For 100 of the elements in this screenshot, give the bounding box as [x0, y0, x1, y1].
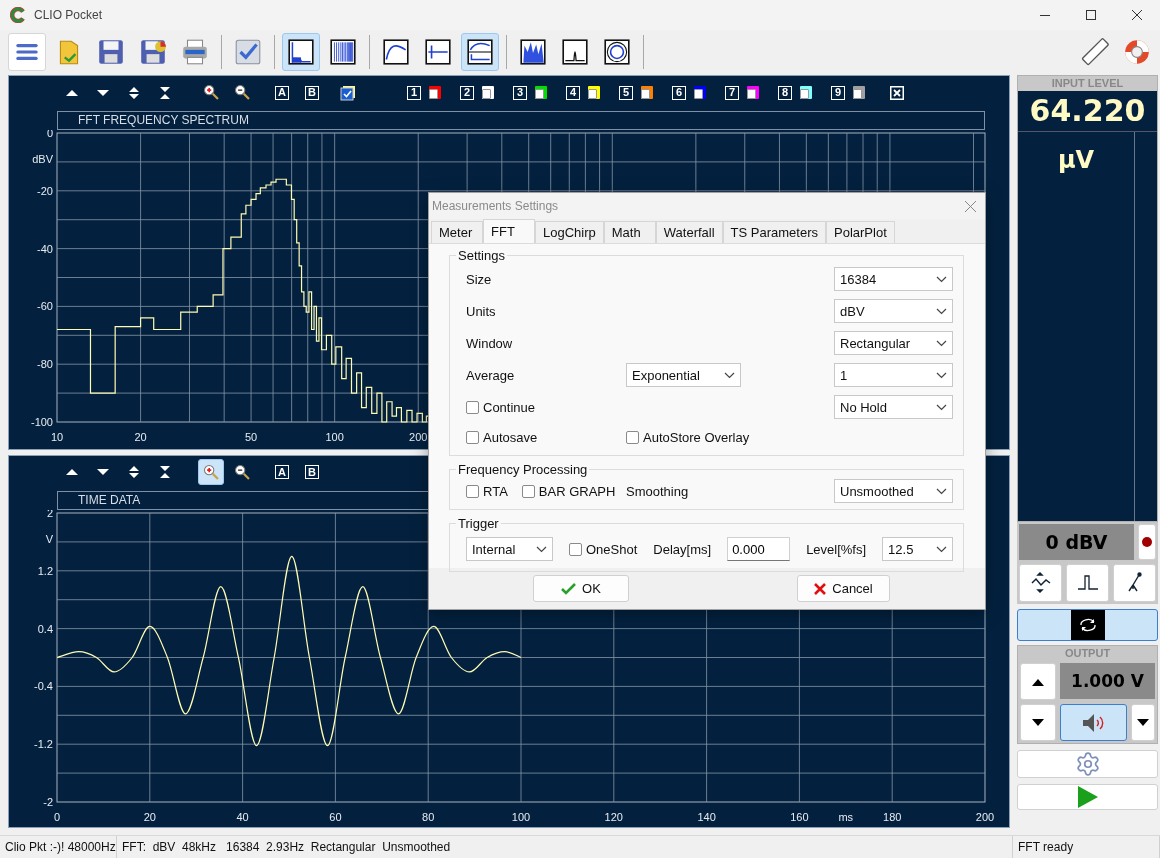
tick-label: 160 [790, 810, 809, 823]
memory-swatch[interactable] [747, 86, 759, 99]
tab[interactable]: FFT [483, 219, 535, 243]
dot-icon [1142, 537, 1152, 547]
microphone-button[interactable] [1113, 564, 1156, 602]
impulse-button[interactable] [1066, 564, 1109, 602]
dual-chart-icon [465, 36, 495, 67]
memory-slot-button[interactable]: 7 [725, 85, 739, 100]
status-text: Clio Pkt :-)! 48000Hz [0, 836, 117, 858]
memory-swatch[interactable] [588, 86, 600, 99]
memory-swatch[interactable] [482, 86, 494, 99]
memory-slot-button[interactable]: 4 [566, 85, 580, 100]
memory-slot-button[interactable]: 2 [460, 85, 474, 100]
dropdown[interactable]: 16384 [834, 267, 953, 291]
tick-label: 2 [46, 509, 53, 519]
checkbox[interactable]: Autosave [466, 429, 538, 445]
memory-swatch[interactable] [800, 86, 812, 99]
tick-label: 0 [53, 810, 61, 823]
marker-button[interactable]: B [305, 85, 319, 100]
checkbox[interactable]: OneShot [569, 541, 638, 557]
tab[interactable]: Meter [431, 221, 483, 243]
chevron-down-icon [936, 403, 947, 411]
tick-label: 20 [143, 810, 156, 823]
chart-title: FFT FREQUENCY SPECTRUM [57, 111, 985, 130]
axis-label: ms [838, 810, 854, 823]
range-readout: 0 dBV [1019, 524, 1134, 560]
chevron-down-icon [936, 371, 947, 379]
tick-label: 1.2 [37, 564, 53, 577]
tick-label: 60 [329, 810, 342, 823]
zoom-in-button[interactable] [198, 459, 224, 486]
memory-swatch[interactable] [853, 86, 865, 99]
curve-chart-icon [381, 36, 411, 67]
checkbox[interactable]: AutoStore Overlay [626, 429, 750, 445]
tick-label: 0.4 [37, 622, 53, 635]
up-button[interactable] [1020, 663, 1056, 700]
tab[interactable]: TS Parameters [722, 221, 826, 243]
tick-label: 120 [604, 810, 623, 823]
zoom-out-icon [234, 464, 250, 480]
dropdown[interactable]: Exponential [626, 363, 741, 387]
close-icon [890, 85, 904, 100]
hourglass-icon [160, 466, 170, 479]
close-icon [964, 200, 976, 212]
record-button[interactable] [1138, 524, 1156, 560]
input-field[interactable]: 0.000 [727, 537, 791, 561]
loop-button[interactable] [1017, 609, 1158, 641]
dropdown[interactable]: Unsmoothed [834, 479, 953, 503]
tick-label: -1.2 [34, 738, 53, 751]
tick-label: -80 [37, 358, 53, 371]
cancel-button[interactable]: Cancel [797, 575, 890, 602]
chevron-down-icon [936, 339, 947, 347]
dropdown[interactable]: dBV [834, 299, 953, 323]
filter-button[interactable] [1019, 564, 1062, 602]
chevron-down-icon [936, 275, 947, 283]
memory-slot-button[interactable]: 6 [672, 85, 686, 100]
memory-slot-button[interactable]: 1 [407, 85, 421, 100]
polar-chart-icon [602, 36, 632, 67]
memory-slot-button[interactable]: 8 [778, 85, 792, 100]
down-button[interactable] [1020, 704, 1056, 741]
tick-label: -40 [37, 242, 53, 255]
tick-label: -0.4 [34, 680, 53, 693]
tick-label: 180 [883, 810, 902, 823]
marker-button[interactable]: A [275, 465, 289, 480]
memory-swatch[interactable] [535, 86, 547, 99]
marker-button[interactable]: B [305, 465, 319, 480]
tick-label: 80 [422, 810, 435, 823]
memory-swatch[interactable] [694, 86, 706, 99]
checkbox[interactable]: Continue [466, 399, 536, 415]
tab[interactable]: LogChirp [535, 221, 604, 243]
dropdown[interactable]: 12.5 [882, 537, 954, 561]
tab[interactable]: Math [603, 221, 656, 243]
memory-swatch[interactable] [641, 86, 653, 99]
tick-label: 200 [975, 810, 995, 823]
memory-slot-button[interactable]: 5 [619, 85, 633, 100]
waterfall-chart-icon [518, 36, 548, 67]
chevron-down-icon [536, 545, 547, 553]
dropdown[interactable]: Rectangular [834, 331, 953, 355]
dropdown[interactable]: No Hold [834, 395, 953, 419]
menu-button[interactable] [8, 32, 46, 71]
marker-button[interactable]: A [275, 85, 289, 100]
unit-label: µV [1057, 146, 1095, 176]
dropdown[interactable]: 1 [834, 363, 953, 387]
dual-plot-button[interactable] [461, 32, 499, 71]
settings-icon [1074, 751, 1101, 777]
settings-button[interactable] [1017, 750, 1158, 778]
memory-swatch[interactable] [429, 86, 441, 99]
group-title: Trigger [457, 516, 500, 531]
memory-slot-button[interactable]: 9 [831, 85, 845, 100]
spectrum-button[interactable] [282, 32, 320, 71]
dropdown[interactable]: Internal [466, 537, 553, 561]
caret-down-icon [1137, 718, 1149, 727]
double-triangle-icon [129, 86, 139, 99]
ok-button[interactable]: OK [533, 575, 629, 602]
tab[interactable]: Waterfall [655, 221, 723, 243]
speaker-button[interactable] [1060, 704, 1127, 741]
dropdown-button[interactable] [1131, 704, 1155, 741]
memory-slot-button[interactable]: 3 [513, 85, 527, 100]
maximize-icon [1086, 10, 1096, 20]
play-button[interactable] [1017, 784, 1158, 810]
tab[interactable]: PolarPlot [826, 221, 895, 243]
field-label: Delay[ms] [653, 541, 712, 557]
